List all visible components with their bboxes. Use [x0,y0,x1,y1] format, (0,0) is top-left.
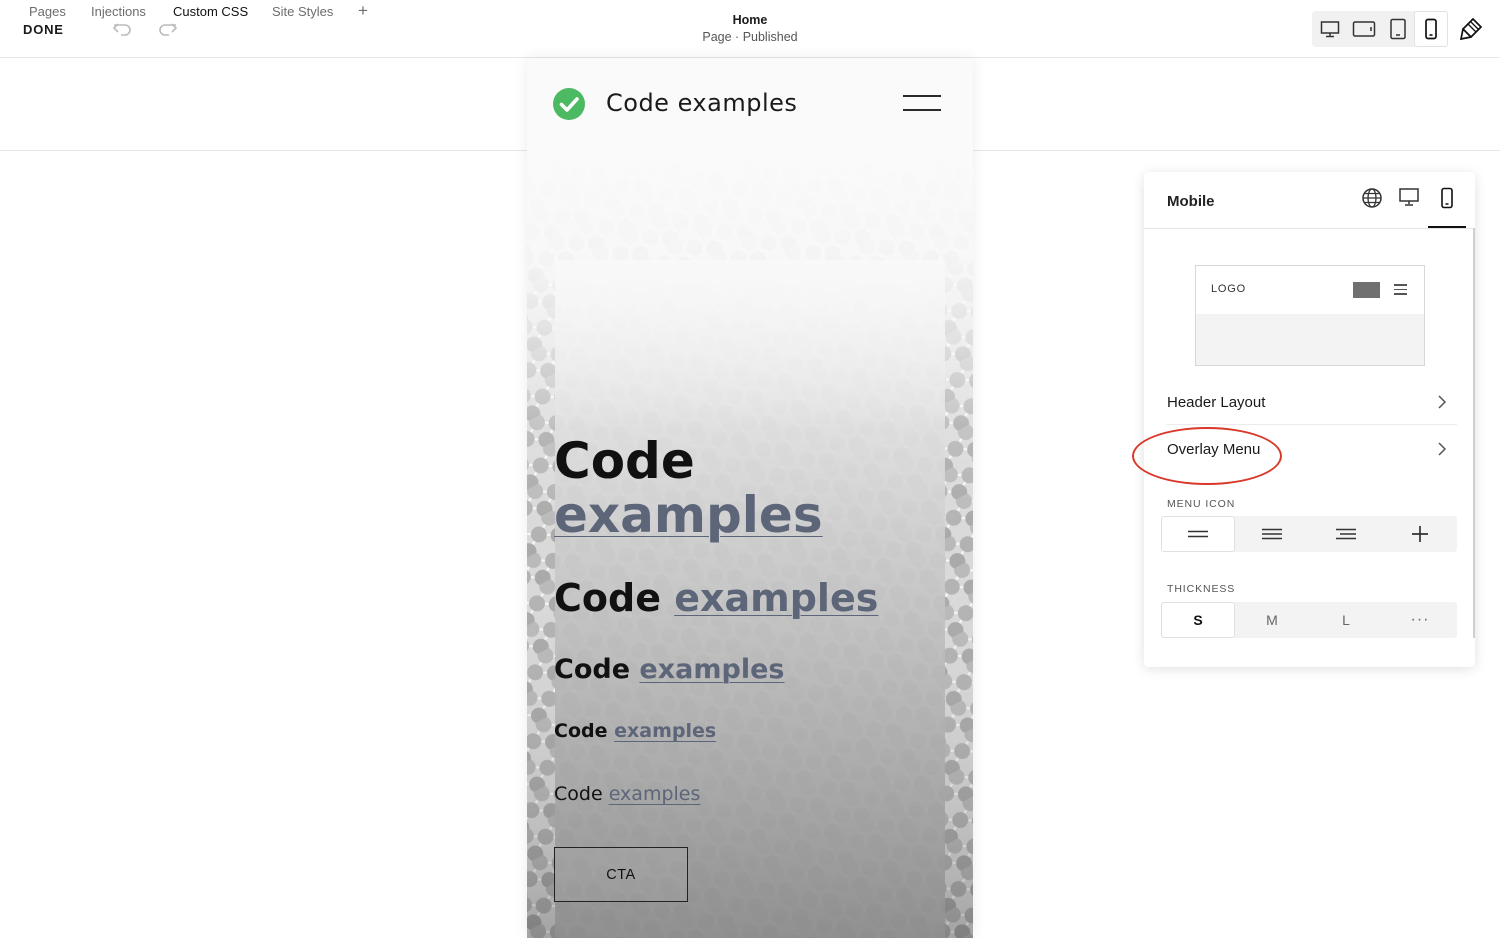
thickness-medium[interactable]: M [1235,602,1309,638]
chevron-right-icon [1438,395,1447,409]
heading-3: Code examples [554,654,784,685]
preview-button-block [1353,282,1380,298]
heading-2-text: Code [554,576,661,620]
menu-icon-two-lines[interactable] [1161,516,1235,552]
site-header[interactable]: Code examples [527,58,973,150]
menu-icon-plus[interactable] [1383,516,1457,552]
globe-icon[interactable] [1353,184,1391,228]
menu-icon-label: MENU ICON [1167,498,1236,510]
thickness-more-options[interactable]: ··· [1383,602,1457,638]
menu-icon-three-lines[interactable] [1235,516,1309,552]
heading-4: Code examples [554,720,716,742]
paragraph-link[interactable]: examples [609,783,701,805]
tablet-landscape-view-icon[interactable] [1347,11,1381,47]
heading-1-text: Code [554,432,695,490]
header-layout-row[interactable]: Header Layout [1144,377,1473,424]
panel-title: Mobile [1167,193,1215,210]
heading-1: Code examples [554,434,823,542]
thickness-selector: S M L ··· [1161,602,1457,638]
panel-divider [1144,228,1475,229]
hamburger-menu-icon[interactable] [903,95,941,111]
add-tab-button[interactable]: + [358,1,368,21]
desktop-view-icon[interactable] [1313,11,1347,47]
done-button[interactable]: DONE [23,22,64,37]
panel-scrollbar[interactable] [1473,228,1475,638]
paragraph-text: Code [554,783,603,805]
menu-icon-selector [1161,516,1457,552]
preview-logo-text: LOGO [1211,283,1246,295]
tab-site-styles[interactable]: Site Styles [272,4,333,19]
site-title[interactable]: Code examples [606,89,797,117]
menu-icon-three-lines-right[interactable] [1309,516,1383,552]
heading-3-text: Code [554,654,631,685]
header-layout-preview: LOGO [1195,265,1425,366]
heading-4-link[interactable]: examples [614,720,716,742]
redo-icon[interactable] [158,19,178,39]
thickness-small[interactable]: S [1161,602,1235,638]
thickness-large[interactable]: L [1309,602,1383,638]
overlay-menu-row[interactable]: Overlay Menu [1132,424,1473,485]
mobile-icon[interactable] [1428,184,1466,228]
preview-header-bar: LOGO [1196,266,1424,314]
header-settings-panel: Mobile LOGO Header Layout Overlay Menu M… [1132,172,1475,667]
chevron-right-icon [1438,442,1447,456]
heading-2: Code examples [554,576,878,620]
mobile-view-icon[interactable] [1414,11,1448,47]
heading-4-text: Code [554,720,608,742]
tab-pages[interactable]: Pages [29,4,66,19]
heading-2-link[interactable]: examples [674,576,878,620]
hero-top-fade [527,150,973,430]
header-layout-label: Header Layout [1167,394,1266,411]
heading-1-link[interactable]: examples [554,486,823,544]
overlay-menu-label: Overlay Menu [1167,441,1261,458]
heading-3-link[interactable]: examples [639,654,784,685]
device-switcher [1312,11,1448,47]
paintbrush-icon[interactable] [1459,17,1483,41]
hero-section: Code examples Code examples Code example… [527,150,973,938]
mobile-preview-frame: Code examples Code examples Code example… [527,58,973,938]
desktop-icon[interactable] [1390,184,1428,228]
cta-button[interactable]: CTA [554,847,688,902]
thickness-label: THICKNESS [1167,583,1236,595]
editor-topbar: Pages Injections Custom CSS Site Styles … [0,0,1500,58]
tab-custom-css[interactable]: Custom CSS [173,4,248,19]
page-title: Home [732,13,768,27]
paragraph-line: Code examples [554,783,700,805]
preview-menu-icon [1394,284,1407,295]
checkmark-logo-icon [553,88,585,120]
tablet-portrait-view-icon[interactable] [1381,11,1415,47]
page-status: Page · Published [702,30,798,44]
undo-icon[interactable] [112,19,132,39]
tab-injections[interactable]: Injections [91,4,146,19]
